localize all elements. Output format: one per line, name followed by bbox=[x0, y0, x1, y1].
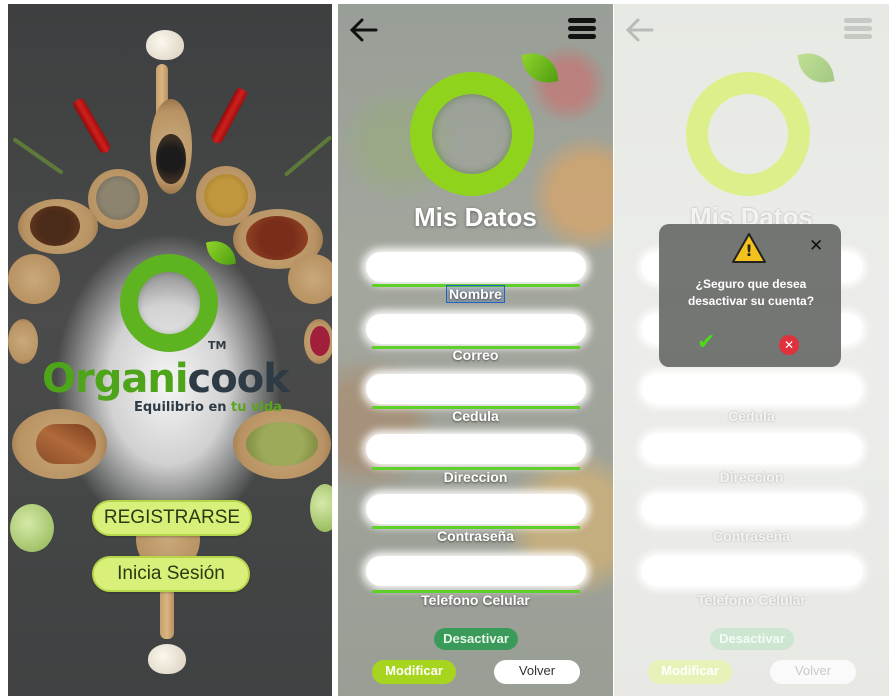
address-label: Direccion bbox=[719, 469, 784, 485]
password-label: Contraseña bbox=[712, 528, 791, 544]
garlic-image bbox=[148, 644, 186, 674]
trademark-label: TM bbox=[208, 339, 227, 352]
cabbage-image bbox=[10, 504, 54, 552]
modify-button[interactable]: Modificar bbox=[648, 660, 732, 684]
register-button[interactable]: REGISTRARSE bbox=[92, 500, 252, 536]
email-field[interactable] bbox=[366, 314, 586, 344]
email-label: Correo bbox=[452, 347, 499, 363]
modify-button[interactable]: Modificar bbox=[372, 660, 456, 684]
spoon-image bbox=[8, 254, 60, 304]
star-anise-spice bbox=[30, 206, 80, 246]
hamburger-menu-icon[interactable] bbox=[568, 18, 596, 39]
rosemary-image bbox=[12, 137, 64, 175]
deactivate-button[interactable]: Desactivar bbox=[434, 628, 518, 650]
name-field[interactable] bbox=[366, 252, 586, 282]
logo-leaf-icon bbox=[205, 237, 237, 269]
cardamom-spice bbox=[246, 422, 318, 466]
id-number-label: Cedula bbox=[728, 408, 775, 424]
deactivate-confirm-screen: Mis Datos Correo Cedula Direccion Contra… bbox=[614, 4, 889, 696]
curry-spice bbox=[204, 174, 248, 218]
check-icon[interactable]: ✔ bbox=[697, 330, 715, 355]
name-label: Nombre bbox=[338, 285, 613, 303]
spoon-image bbox=[288, 254, 332, 304]
chili-image bbox=[209, 86, 249, 146]
peppercorn-spice bbox=[156, 134, 186, 184]
cancel-circle-icon[interactable]: ✕ bbox=[779, 335, 799, 355]
tagline-part1: Equilibrio en bbox=[134, 400, 232, 415]
warning-triangle-icon: ! bbox=[731, 232, 767, 264]
back-button[interactable]: Volver bbox=[770, 660, 856, 684]
phone-label: Telefono Celular bbox=[421, 592, 530, 608]
paprika-spice bbox=[310, 326, 330, 356]
warning-glyph: ! bbox=[745, 241, 753, 260]
splash-screen: TM Organicook Equilibrio en tu vida REGI… bbox=[8, 4, 332, 696]
rosemary-image bbox=[283, 135, 332, 177]
password-field[interactable] bbox=[366, 494, 586, 524]
id-number-field[interactable] bbox=[642, 374, 862, 404]
phone-label: Telefono Celular bbox=[697, 592, 806, 608]
phone-field[interactable] bbox=[366, 556, 586, 586]
brand-part-cook: cook bbox=[187, 356, 290, 402]
password-field[interactable] bbox=[642, 494, 862, 524]
cinnamon-spice bbox=[246, 216, 308, 260]
hamburger-menu-icon[interactable] bbox=[844, 18, 872, 39]
password-label: Contraseña bbox=[436, 528, 515, 544]
id-number-field[interactable] bbox=[366, 374, 586, 404]
logo-leaf-icon bbox=[797, 49, 835, 87]
chili-image bbox=[71, 97, 113, 155]
back-button[interactable]: Volver bbox=[494, 660, 580, 684]
arrow-left-icon[interactable] bbox=[625, 18, 654, 48]
brand-part-organi: Organi bbox=[42, 356, 189, 402]
address-label: Direccion bbox=[443, 469, 508, 485]
phone-field[interactable] bbox=[642, 556, 862, 586]
dialog-message: ¿Seguro que desea desactivar su cuenta? bbox=[687, 277, 815, 308]
profile-screen: Mis Datos Nombre Correo Cedula Direccion… bbox=[338, 4, 613, 696]
logo-ring-icon bbox=[410, 72, 534, 196]
close-icon[interactable]: ✕ bbox=[809, 236, 823, 256]
confirm-dialog: ! ✕ ¿Seguro que desea desactivar su cuen… bbox=[659, 224, 841, 367]
pepper-spice bbox=[96, 176, 140, 220]
logo-ring-icon bbox=[686, 72, 810, 196]
cabbage-image bbox=[310, 484, 332, 532]
page-title: Mis Datos bbox=[414, 202, 537, 232]
login-button[interactable]: Inicia Sesión bbox=[92, 556, 250, 592]
tagline-part2: tu vida bbox=[231, 400, 283, 415]
cancel-glyph: ✕ bbox=[783, 338, 795, 352]
deactivate-button[interactable]: Desactivar bbox=[710, 628, 794, 650]
garlic-image bbox=[146, 30, 184, 60]
arrow-left-icon[interactable] bbox=[349, 18, 378, 48]
address-field[interactable] bbox=[642, 434, 862, 464]
id-number-label: Cedula bbox=[452, 408, 499, 424]
brand-tagline: Equilibrio en tu vida bbox=[134, 400, 282, 415]
address-field[interactable] bbox=[366, 434, 586, 464]
spoon-image bbox=[8, 319, 38, 364]
cinnamon-sticks bbox=[36, 424, 96, 464]
logo-ring-icon bbox=[120, 254, 218, 352]
brand-logo-text: Organicook bbox=[42, 356, 290, 402]
